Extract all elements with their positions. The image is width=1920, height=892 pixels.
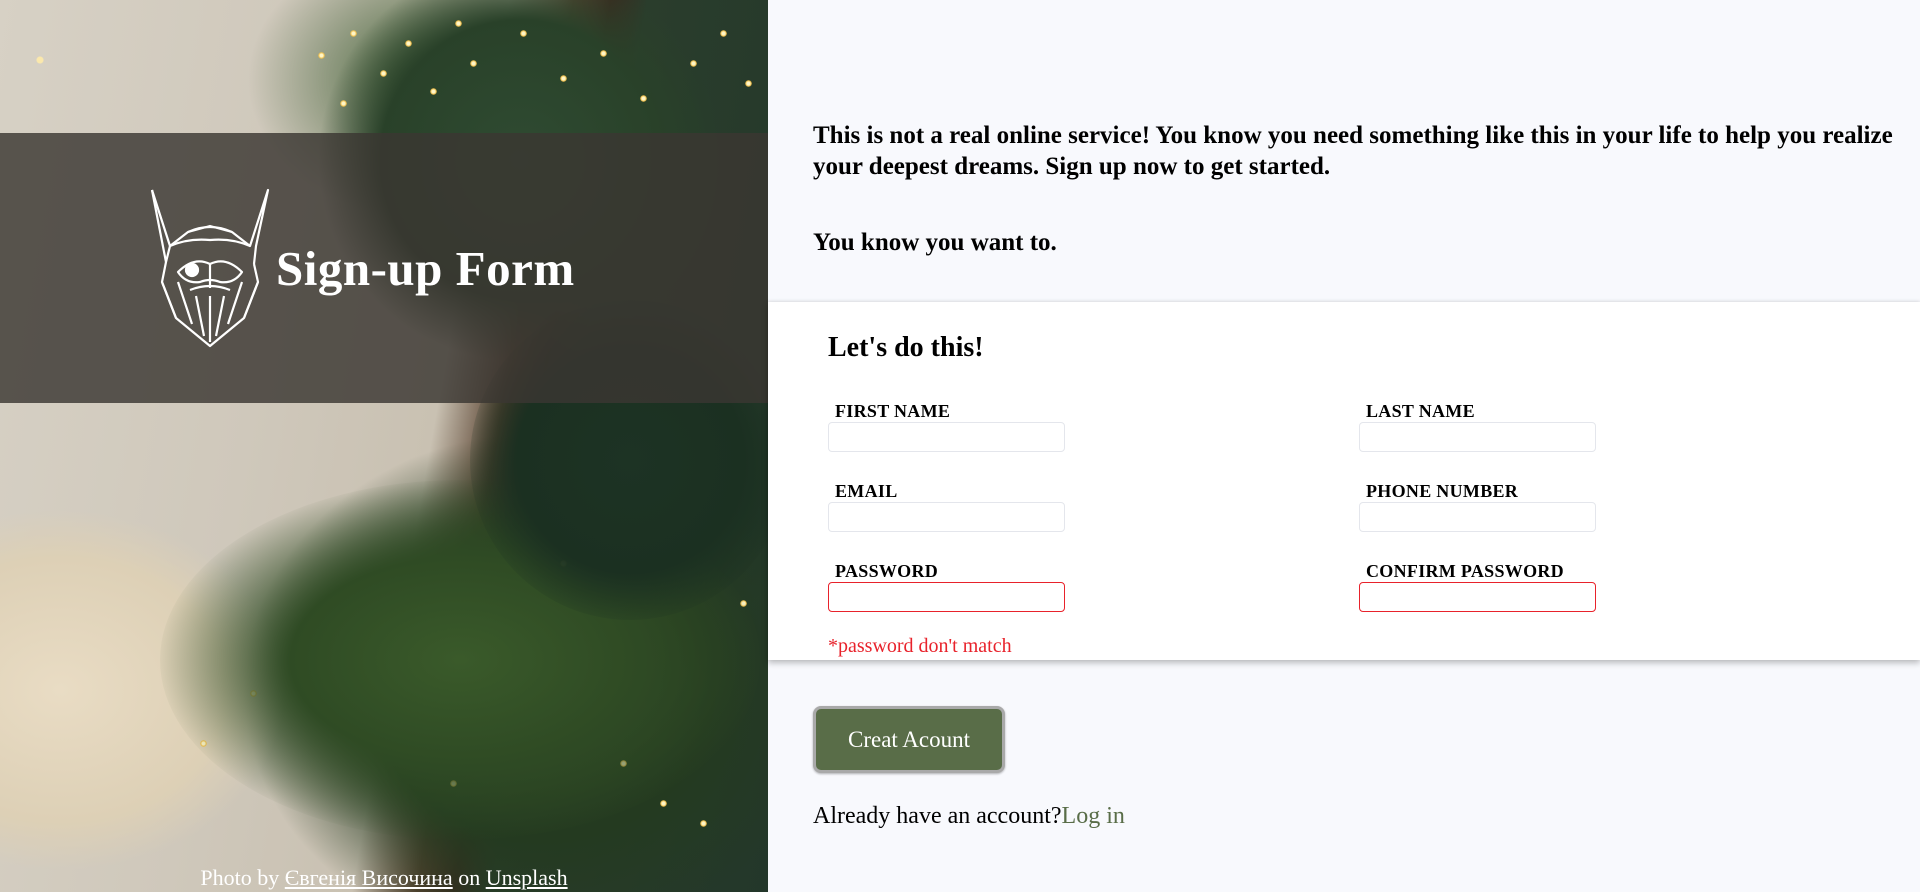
email-label: EMAIL: [835, 481, 898, 501]
confirm-password-group: CONFIRM PASSWORD: [1359, 560, 1596, 612]
login-prompt: Already have an account?Log in: [813, 803, 1125, 830]
password-error-message: *password don't match: [828, 635, 1012, 657]
confirm-password-label: CONFIRM PASSWORD: [1366, 561, 1564, 581]
phone-label: PHONE NUMBER: [1366, 481, 1519, 501]
login-link[interactable]: Log in: [1062, 803, 1125, 829]
phone-group: PHONE NUMBER: [1359, 480, 1596, 532]
email-group: EMAIL: [828, 480, 1065, 532]
first-name-label: FIRST NAME: [835, 401, 951, 421]
login-prompt-text: Already have an account?: [813, 803, 1062, 829]
form-heading: Let's do this!: [828, 332, 984, 363]
first-name-input[interactable]: [828, 422, 1065, 452]
signup-form-card: Let's do this! FIRST NAME LAST NAME EMAI…: [768, 302, 1920, 660]
intro-text-secondary: You know you want to.: [813, 229, 1057, 256]
last-name-label: LAST NAME: [1366, 401, 1475, 421]
email-input[interactable]: [828, 502, 1065, 532]
credit-source-link[interactable]: Unsplash: [486, 865, 568, 890]
viking-head-icon: [150, 188, 270, 348]
hero-panel: Sign-up Form Photo by Євгенія Височина o…: [0, 0, 768, 892]
password-group: PASSWORD: [828, 560, 1065, 612]
last-name-group: LAST NAME: [1359, 400, 1596, 452]
phone-input[interactable]: [1359, 502, 1596, 532]
last-name-input[interactable]: [1359, 422, 1596, 452]
content-panel: This is not a real online service! You k…: [768, 0, 1920, 892]
photo-credit: Photo by Євгенія Височина on Unsplash: [0, 864, 768, 892]
confirm-password-input[interactable]: [1359, 582, 1596, 612]
brand-title: Sign-up Form: [276, 240, 575, 296]
password-input[interactable]: [828, 582, 1065, 612]
first-name-group: FIRST NAME: [828, 400, 1065, 452]
intro-text: This is not a real online service! You k…: [813, 122, 1893, 180]
password-label: PASSWORD: [835, 561, 939, 581]
credit-middle: on: [452, 865, 486, 890]
brand-banner: Sign-up Form: [0, 133, 768, 403]
credit-prefix: Photo by: [200, 865, 285, 890]
create-account-button[interactable]: Creat Acount: [813, 706, 1005, 773]
credit-author-link[interactable]: Євгенія Височина: [285, 865, 453, 890]
